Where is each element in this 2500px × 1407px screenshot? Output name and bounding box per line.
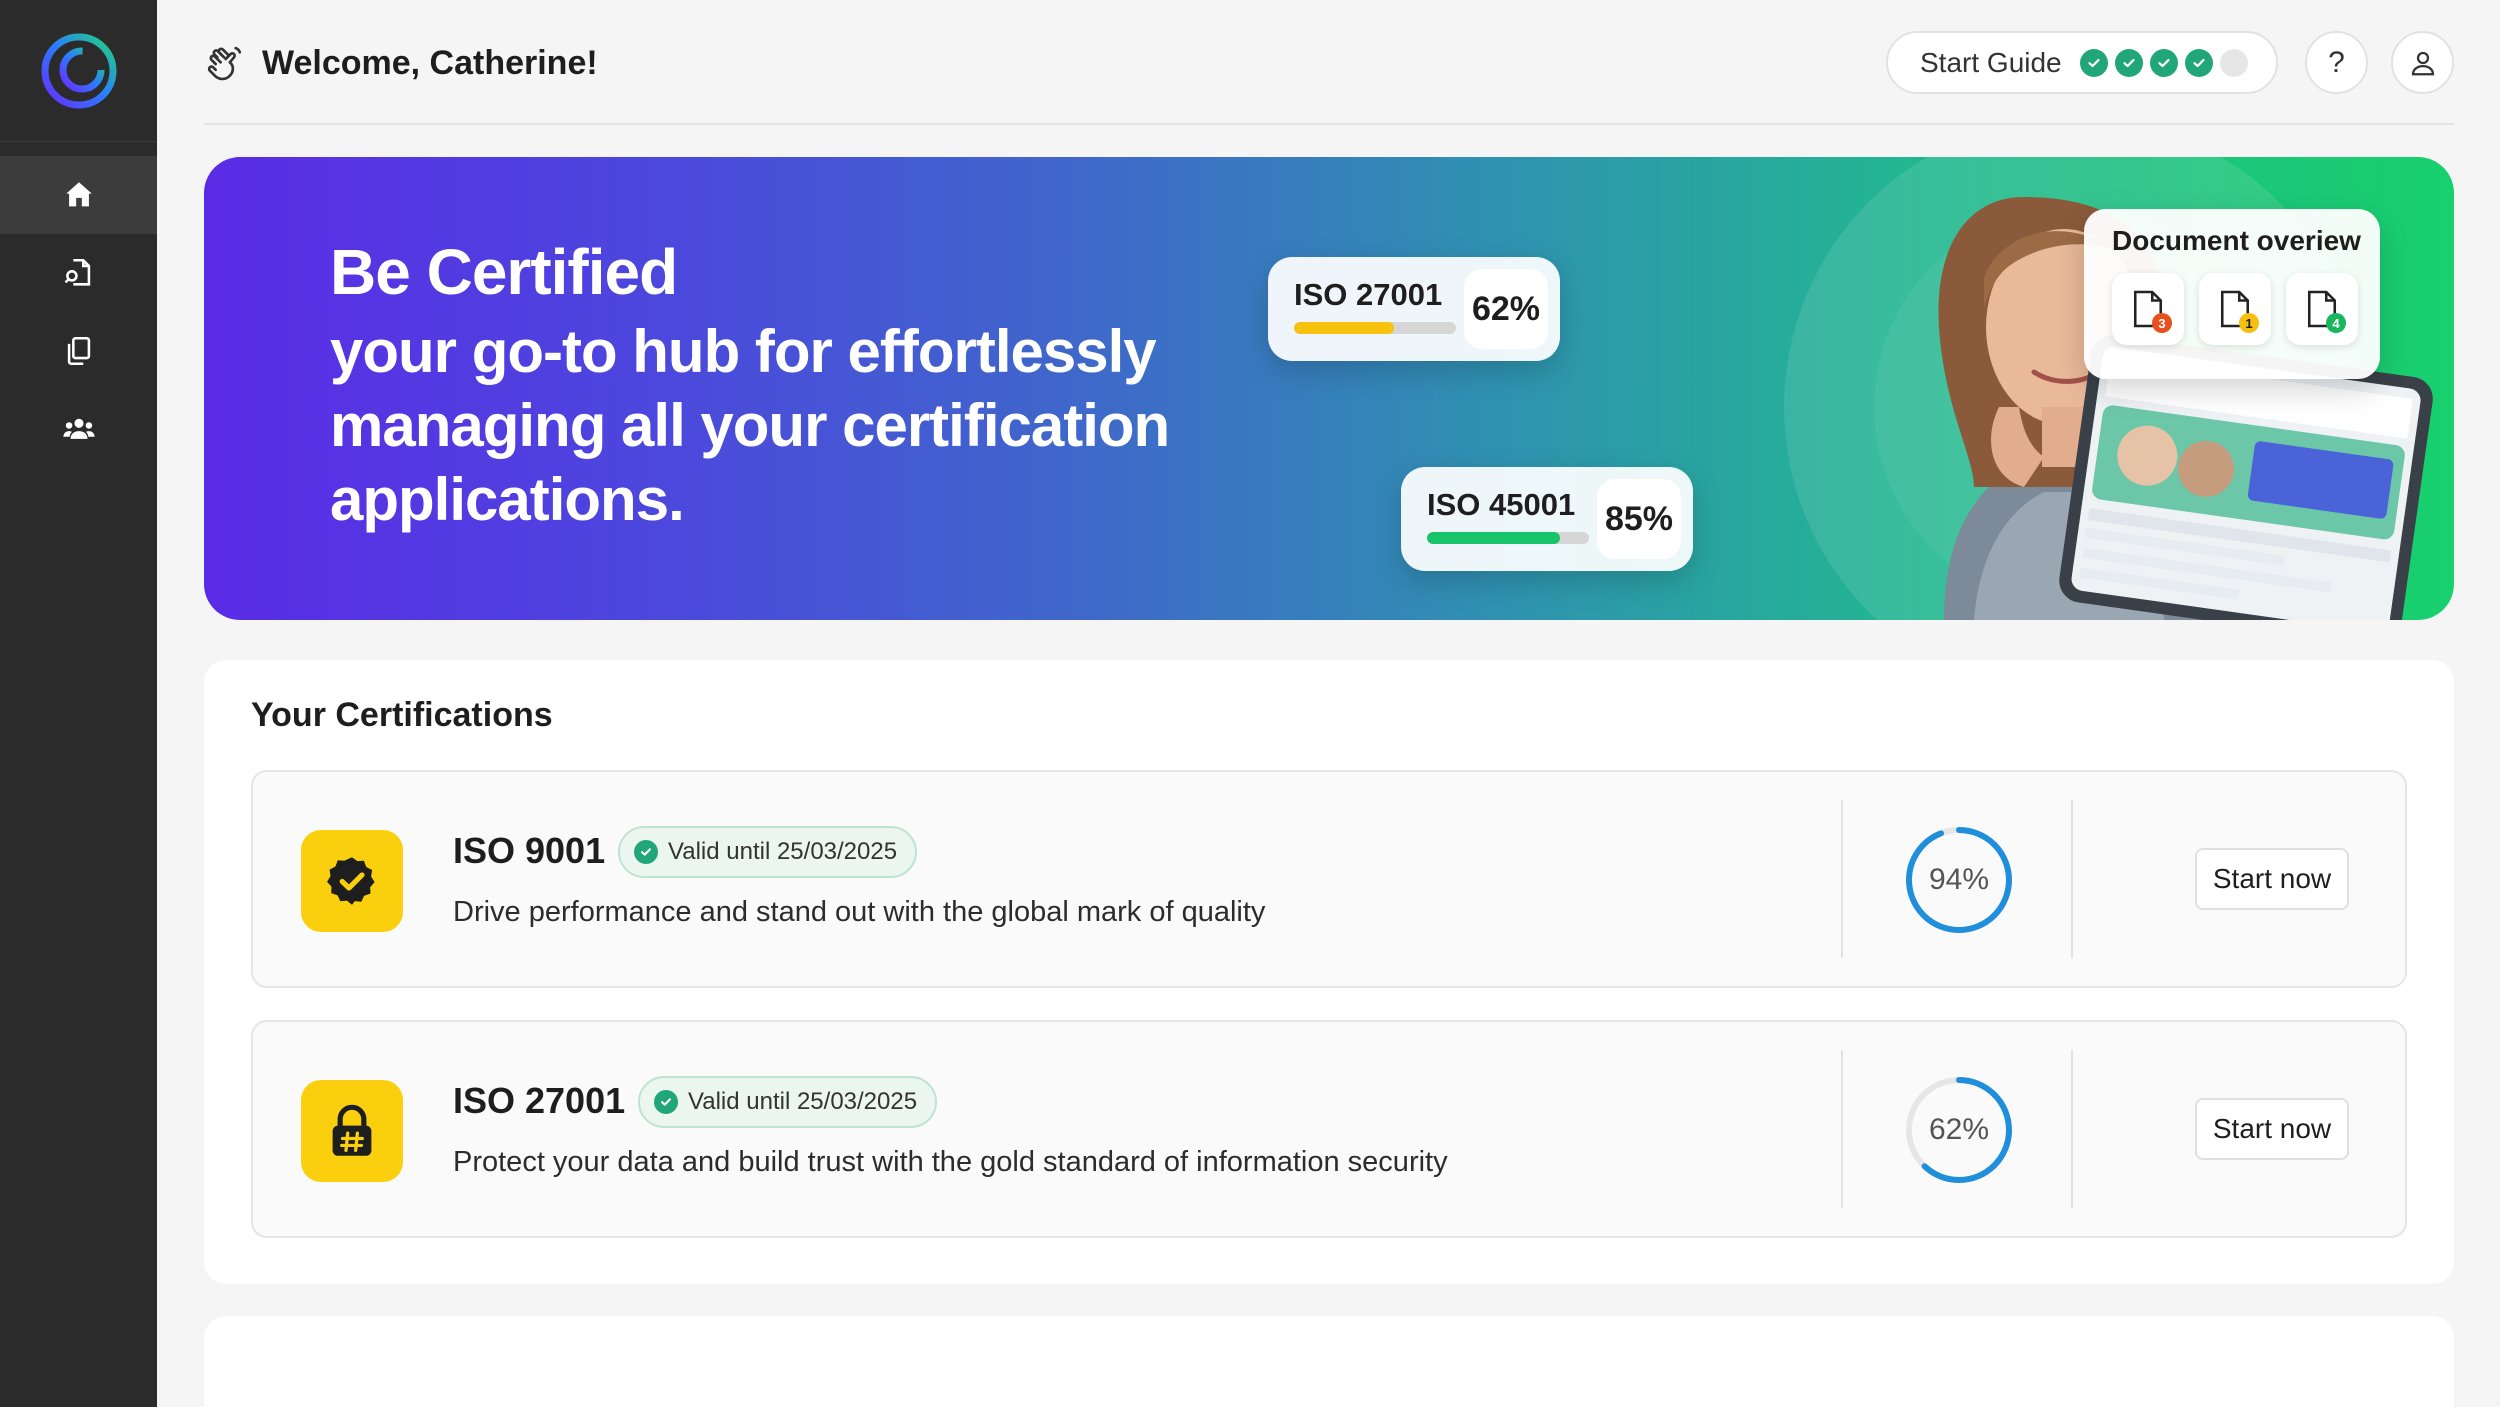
document-tile: 3 bbox=[2112, 273, 2184, 345]
start-guide-label: Start Guide bbox=[1920, 46, 2062, 78]
validity-badge: Valid until 25/03/2025 bbox=[638, 1076, 938, 1128]
guide-step-complete bbox=[2079, 48, 2108, 77]
badge-check-icon bbox=[327, 857, 375, 905]
certification-icon-tile bbox=[301, 830, 403, 932]
document-count-badge: 1 bbox=[2239, 313, 2259, 333]
hero-banner: Be Certified your go-to hub for effortle… bbox=[204, 157, 2454, 620]
validity-badge: Valid until 25/03/2025 bbox=[618, 826, 918, 878]
lock-icon bbox=[332, 1104, 372, 1156]
start-now-button[interactable]: Start now bbox=[2195, 1098, 2349, 1160]
user-icon bbox=[2411, 51, 2434, 75]
certification-description: Drive performance and stand out with the… bbox=[453, 896, 1266, 928]
document-overview-card: Document overiew 3 1 4 bbox=[2084, 209, 2380, 379]
banner-title: Be Certified bbox=[330, 236, 678, 308]
profile-button[interactable] bbox=[2391, 31, 2454, 94]
question-icon: ? bbox=[2328, 45, 2345, 79]
progress-bar bbox=[1294, 322, 1456, 334]
progress-bar-fill bbox=[1427, 532, 1560, 544]
iso-45001-progress-card: ISO 45001 85% bbox=[1401, 467, 1693, 571]
progress-bar bbox=[1427, 532, 1589, 544]
certification-name: ISO 9001 bbox=[453, 830, 606, 871]
divider bbox=[1841, 1050, 1843, 1208]
validity-text: Valid until 25/03/2025 bbox=[668, 838, 898, 865]
logo-icon bbox=[41, 33, 116, 108]
sidebar-item-certificates[interactable] bbox=[0, 234, 157, 312]
team-icon bbox=[62, 418, 95, 439]
welcome-heading: Welcome, Catherine! bbox=[262, 44, 598, 82]
guide-step-complete bbox=[2149, 48, 2178, 77]
certification-card-iso-27001: ISO 27001 Valid until 25/03/2025 Protect… bbox=[251, 1020, 2407, 1238]
divider bbox=[2071, 800, 2073, 958]
guide-step-pending bbox=[2219, 48, 2248, 77]
progress-bar-fill bbox=[1294, 322, 1395, 334]
progress-percent: 94% bbox=[1928, 863, 1990, 896]
progress-card-name: ISO 27001 bbox=[1294, 277, 1443, 312]
guide-step-complete bbox=[2184, 48, 2213, 77]
progress-percent: 62% bbox=[1928, 1113, 1990, 1146]
document-tile: 4 bbox=[2286, 273, 2358, 345]
start-now-button[interactable]: Start now bbox=[2195, 848, 2349, 910]
certification-description: Protect your data and build trust with t… bbox=[453, 1146, 1448, 1178]
document-overview-title: Document overiew bbox=[2112, 225, 2361, 256]
check-circle-icon bbox=[634, 840, 658, 864]
waving-hand-icon bbox=[207, 46, 242, 81]
validity-text: Valid until 25/03/2025 bbox=[688, 1088, 918, 1115]
start-guide-button[interactable]: Start Guide bbox=[1886, 31, 2278, 94]
sidebar-item-home[interactable] bbox=[0, 156, 157, 234]
secondary-panel bbox=[204, 1316, 2454, 1407]
app-logo[interactable] bbox=[0, 0, 157, 142]
check-circle-icon bbox=[654, 1090, 678, 1114]
progress-card-name: ISO 45001 bbox=[1427, 487, 1576, 522]
sidebar-item-documents[interactable] bbox=[0, 312, 157, 390]
progress-card-percent: 62% bbox=[1464, 269, 1548, 349]
divider bbox=[2071, 1050, 2073, 1208]
sidebar-item-team[interactable] bbox=[0, 390, 157, 468]
sidebar bbox=[0, 0, 157, 1407]
certification-card-iso-9001: ISO 9001 Valid until 25/03/2025 Drive pe… bbox=[251, 770, 2407, 988]
guide-step-complete bbox=[2114, 48, 2143, 77]
home-icon bbox=[65, 182, 92, 207]
certification-name: ISO 27001 bbox=[453, 1080, 626, 1121]
banner-subtitle: your go-to hub for effortlessly managing… bbox=[330, 318, 1170, 533]
progress-card-percent: 85% bbox=[1597, 479, 1681, 559]
certificate-search-icon bbox=[64, 258, 90, 286]
documents-icon bbox=[67, 336, 90, 366]
document-count-badge: 4 bbox=[2326, 313, 2346, 333]
document-tile: 1 bbox=[2199, 273, 2271, 345]
certification-icon-tile bbox=[301, 1080, 403, 1182]
divider bbox=[1841, 800, 1843, 958]
top-header: Welcome, Catherine! Start Guide ? bbox=[204, 0, 2454, 125]
iso-27001-progress-card: ISO 27001 62% bbox=[1268, 257, 1560, 361]
certifications-title: Your Certifications bbox=[251, 696, 553, 734]
help-button[interactable]: ? bbox=[2305, 31, 2368, 94]
document-count-badge: 3 bbox=[2152, 313, 2172, 333]
certifications-panel: Your Certifications ISO 9001 Valid until… bbox=[204, 660, 2454, 1284]
